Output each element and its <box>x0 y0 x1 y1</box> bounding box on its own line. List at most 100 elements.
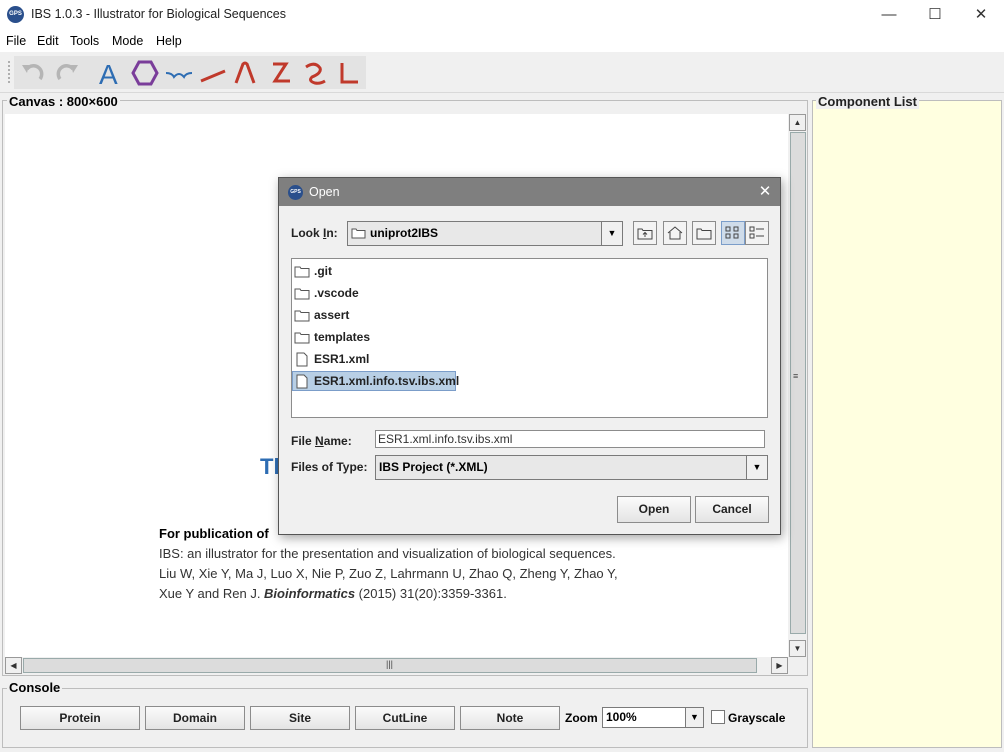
component-list-title: Component List <box>816 94 919 109</box>
cutline-button[interactable]: CutLine <box>355 706 455 730</box>
zoom-select[interactable]: 100% ▼ <box>602 707 704 728</box>
home-button[interactable] <box>663 221 687 245</box>
open-button[interactable]: Open <box>617 496 691 523</box>
chevron-down-icon[interactable]: ▼ <box>601 222 622 245</box>
svg-text:A: A <box>99 59 118 87</box>
menu-mode[interactable]: Mode <box>112 34 143 48</box>
window-title: IBS 1.0.3 - Illustrator for Biological S… <box>31 7 286 21</box>
console-panel: Console Protein Domain Site CutLine Note… <box>2 680 808 748</box>
chevron-down-icon[interactable]: ▼ <box>685 708 703 727</box>
redo-icon[interactable] <box>52 59 82 87</box>
zoom-label: Zoom <box>565 711 598 725</box>
note-button[interactable]: Note <box>460 706 560 730</box>
menu-edit[interactable]: Edit <box>37 34 59 48</box>
list-view-icon <box>725 226 739 239</box>
file-list[interactable]: .git .vscode assert templates ESR1.xml E… <box>291 258 768 418</box>
toolbar-grip-handle[interactable] <box>7 60 11 84</box>
dialog-close-icon[interactable]: ✕ <box>753 181 777 203</box>
dialog-app-icon: GPS <box>288 185 303 200</box>
scroll-down-arrow-icon[interactable]: ▼ <box>789 640 806 657</box>
vertical-scroll-thumb[interactable]: ≡ <box>790 132 806 634</box>
dialog-title: Open <box>309 185 340 199</box>
list-item[interactable]: ESR1.xml <box>292 349 762 369</box>
list-item[interactable]: .git <box>292 261 762 281</box>
menu-bar: File Edit Tools Mode Help <box>0 30 1004 52</box>
canvas-horizontal-scrollbar[interactable]: ◀ ||| ▶ <box>5 657 788 674</box>
details-view-button[interactable] <box>745 221 769 245</box>
look-in-select[interactable]: uniprot2IBS ▼ <box>347 221 623 246</box>
site-button[interactable]: Site <box>250 706 350 730</box>
citation-authors-end: Xue Y and Ren J. <box>159 586 265 601</box>
publication-heading: For publication of <box>159 526 269 541</box>
canvas-vertical-scrollbar[interactable]: ▲ ≡ ▼ <box>789 114 806 657</box>
undo-icon[interactable] <box>18 59 48 87</box>
hexagon-tool-icon[interactable] <box>130 59 160 87</box>
line-tool-icon[interactable] <box>198 59 228 87</box>
scroll-right-arrow-icon[interactable]: ▶ <box>771 657 788 674</box>
citation-details: (2015) 31(20):3359-3361. <box>355 586 507 601</box>
minimize-button[interactable]: — <box>866 0 912 30</box>
home-icon <box>667 226 683 240</box>
canvas-panel-title: Canvas : 800×600 <box>7 94 120 109</box>
files-of-type-label: Files of Type: <box>291 460 368 474</box>
list-item-selected[interactable]: ESR1.xml.info.tsv.ibs.xml <box>292 371 762 391</box>
component-list-area[interactable] <box>812 100 1002 748</box>
list-view-button[interactable] <box>721 221 745 245</box>
publication-citation-line: Xue Y and Ren J. Bioinformatics (2015) 3… <box>159 586 507 601</box>
list-item[interactable]: .vscode <box>292 283 762 303</box>
arch-tool-icon[interactable] <box>230 59 260 87</box>
toolbar-tool-group: A <box>14 56 366 90</box>
folder-icon <box>294 266 310 278</box>
menu-file[interactable]: File <box>6 34 26 48</box>
folder-icon <box>294 332 310 344</box>
app-logo-icon: GPS <box>7 6 24 23</box>
window-titlebar: GPS IBS 1.0.3 - Illustrator for Biologic… <box>0 0 1004 30</box>
grayscale-label: Grayscale <box>728 711 786 725</box>
z-shape-tool-icon[interactable] <box>266 59 296 87</box>
journal-name: Bioinformatics <box>264 586 356 601</box>
scroll-left-arrow-icon[interactable]: ◀ <box>5 657 22 674</box>
details-view-icon <box>749 226 764 239</box>
dialog-titlebar: GPS Open ✕ <box>279 178 780 206</box>
files-of-type-select[interactable]: IBS Project (*.XML) ▼ <box>375 455 768 480</box>
horizontal-scroll-thumb[interactable]: ||| <box>23 658 757 673</box>
chevron-down-icon[interactable]: ▼ <box>746 456 767 479</box>
up-one-level-button[interactable] <box>633 221 657 245</box>
component-list-panel: Component List <box>812 94 1002 748</box>
grayscale-checkbox[interactable] <box>711 710 725 724</box>
menu-help[interactable]: Help <box>156 34 182 48</box>
protein-button[interactable]: Protein <box>20 706 140 730</box>
file-name: ESR1.xml <box>314 352 370 366</box>
maximize-button[interactable]: ☐ <box>912 0 958 30</box>
l-shape-tool-icon[interactable] <box>334 59 364 87</box>
list-item[interactable]: assert <box>292 305 762 325</box>
file-name: .vscode <box>314 286 359 300</box>
look-in-label: Look In: <box>291 226 338 240</box>
text-tool-icon[interactable]: A <box>96 59 126 90</box>
file-name: assert <box>314 308 350 322</box>
new-folder-button[interactable] <box>692 221 716 245</box>
file-name-label: File Name: <box>291 434 352 448</box>
wave-tool-icon[interactable] <box>300 59 330 87</box>
toolbar: A <box>0 52 1004 93</box>
list-item[interactable]: templates <box>292 327 762 347</box>
look-in-value: uniprot2IBS <box>370 226 438 240</box>
menu-tools[interactable]: Tools <box>70 34 99 48</box>
file-name-input[interactable] <box>375 430 765 448</box>
publication-authors-line: Liu W, Xie Y, Ma J, Luo X, Nie P, Zuo Z,… <box>159 566 618 581</box>
file-icon <box>296 374 308 389</box>
publication-title-line: IBS: an illustrator for the presentation… <box>159 546 616 561</box>
cancel-button[interactable]: Cancel <box>695 496 769 523</box>
curly-bracket-tool-icon[interactable] <box>164 59 194 87</box>
open-file-dialog: GPS Open ✕ Look In: uniprot2IBS ▼ .git .… <box>278 177 781 535</box>
files-of-type-value: IBS Project (*.XML) <box>379 460 488 474</box>
file-name: templates <box>314 330 371 344</box>
domain-button[interactable]: Domain <box>145 706 245 730</box>
up-folder-icon <box>637 228 653 240</box>
scroll-up-arrow-icon[interactable]: ▲ <box>789 114 806 131</box>
folder-icon <box>351 228 366 239</box>
file-name: ESR1.xml.info.tsv.ibs.xml <box>314 374 460 388</box>
close-window-button[interactable]: ✕ <box>958 0 1004 30</box>
folder-icon <box>294 288 310 300</box>
file-name: .git <box>314 264 332 278</box>
